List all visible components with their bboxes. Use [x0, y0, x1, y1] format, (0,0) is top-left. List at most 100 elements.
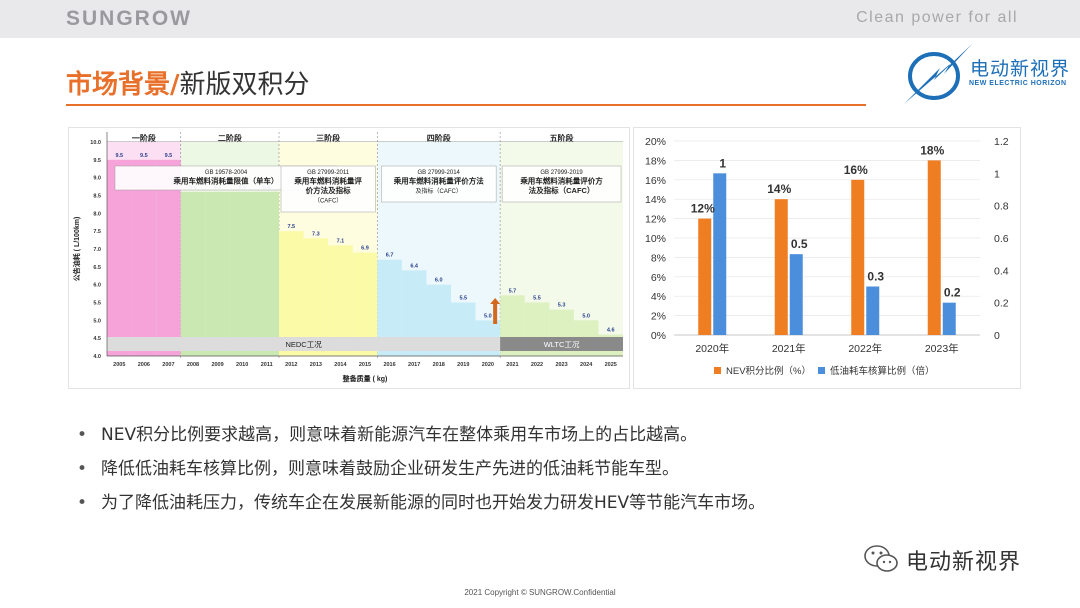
bar-value-label: 6.4 — [410, 263, 419, 269]
standard-text: 乘用车燃料消耗量评 — [293, 176, 362, 186]
slide-title: 市场背景/新版双积分 — [66, 64, 310, 101]
tagline: Clean power for all — [856, 9, 1018, 26]
y-left-tick-label: 20% — [645, 136, 666, 148]
y-right-tick-label: 0.4 — [994, 265, 1009, 277]
y-tick-label: 7.0 — [93, 247, 101, 253]
standard-text: 乘用车燃料消耗量评价方法 — [393, 176, 484, 186]
fuel-bar — [180, 191, 206, 356]
fuel-bar — [205, 191, 230, 356]
logo-en: NEW ELECTRIC HORIZON — [969, 80, 1067, 87]
bar-value-label: 6.0 — [435, 278, 443, 284]
brand-logo-text: SUNGROW — [66, 7, 192, 30]
bullet-item: • NEV积分比例要求越高，则意味着新能源汽车在整体乘用车市场上的占比越高。 — [75, 420, 765, 454]
fuel-consumption-chart-panel: 一阶段二阶段三阶段四阶段五阶段9.59.59.58.68.68.68.67.57… — [68, 127, 630, 389]
y-tick-label: 6.0 — [93, 283, 101, 289]
footer-copyright: 2021 Copyright © SUNGROW.Confidential — [464, 588, 616, 597]
x-tick-label: 2020 — [482, 362, 494, 368]
y-left-tick-label: 2% — [651, 311, 666, 323]
y-left-tick-label: 14% — [645, 194, 666, 206]
nev-ratio-bar — [774, 199, 788, 335]
bar-value-label: 9.5 — [140, 153, 148, 159]
x-tick-label: 2014 — [334, 362, 347, 368]
bar-value-label: 4.6 — [607, 328, 615, 334]
bar-value-label: 5.0 — [582, 313, 590, 319]
x-tick-label: 2022年 — [848, 342, 882, 355]
nev-ratio-bar — [927, 160, 941, 335]
low-fuel-ratio-bar — [713, 173, 727, 335]
bar-value-label: 9.5 — [115, 153, 123, 159]
nev-ratio-bar — [851, 179, 865, 335]
x-tick-label: 2023年 — [925, 342, 959, 355]
x-tick-label: 2013 — [310, 362, 322, 368]
legend-swatch — [714, 367, 721, 374]
y-tick-label: 7.5 — [93, 229, 101, 235]
x-tick-label: 2025 — [605, 362, 617, 368]
bar-value-label: 5.5 — [533, 296, 541, 302]
nev-ratio-label: 18% — [920, 143, 944, 157]
bar-value-label: 5.0 — [484, 313, 492, 319]
low-fuel-ratio-label: 1 — [719, 156, 726, 170]
bullet-list: • NEV积分比例要求越高，则意味着新能源汽车在整体乘用车市场上的占比越高。 • 降… — [75, 420, 765, 522]
bullet-item: • 为了降低油耗压力，传统车企在发展新能源的同时也开始发力研发HEV等节能汽车市场… — [75, 488, 765, 522]
nev-ratio-label: 12% — [691, 202, 715, 216]
x-tick-label: 2005 — [113, 362, 125, 368]
bar-value-label: 6.9 — [361, 246, 369, 252]
nev-ratio-bar — [698, 218, 712, 335]
title-underline — [66, 104, 866, 106]
fuel-bar — [229, 191, 255, 356]
fuel-consumption-chart: 一阶段二阶段三阶段四阶段五阶段9.59.59.58.68.68.68.67.57… — [72, 132, 623, 383]
y-left-tick-label: 4% — [651, 291, 666, 303]
y-left-tick-label: 0% — [651, 330, 666, 342]
low-fuel-ratio-bar — [789, 254, 803, 335]
y-tick-label: 9.0 — [93, 176, 101, 182]
wechat-icon — [864, 545, 898, 572]
y-left-tick-label: 16% — [645, 175, 666, 187]
title-rest: 新版双积分 — [179, 70, 310, 100]
cycle-label: NEDC工况 — [285, 340, 322, 349]
y-tick-label: 5.0 — [93, 318, 101, 324]
y-tick-label: 9.5 — [93, 158, 101, 164]
lightning-globe-icon — [904, 44, 972, 104]
x-tick-label: 2008 — [187, 362, 199, 368]
y-tick-label: 5.5 — [93, 301, 101, 307]
y-right-tick-label: 0.6 — [994, 233, 1009, 245]
standard-text: 价方法及指标 — [306, 185, 351, 195]
low-fuel-ratio-label: 0.5 — [791, 237, 808, 251]
bar-value-label: 6.7 — [386, 253, 394, 259]
fuel-bar — [254, 191, 279, 356]
y-left-tick-label: 8% — [651, 252, 666, 264]
y-tick-label: 10.0 — [90, 140, 101, 146]
y-tick-label: 8.5 — [93, 194, 101, 200]
x-tick-label: 2022 — [531, 362, 543, 368]
x-tick-label: 2021年 — [772, 342, 806, 355]
bullet-dot: • — [77, 459, 88, 479]
y-tick-label: 8.0 — [93, 211, 101, 217]
standard-text: 法及指标（CAFC） — [529, 185, 595, 195]
standard-text: GB 27999-2011 — [307, 170, 350, 176]
bullet-text: 降低低油耗车核算比例，则意味着鼓励企业研发生产先进的低油耗节能车型。 — [101, 459, 679, 479]
x-tick-label: 2017 — [408, 362, 420, 368]
x-tick-label: 2019 — [457, 362, 469, 368]
legend-swatch — [818, 367, 825, 374]
y-left-tick-label: 12% — [645, 214, 666, 226]
nev-credit-chart-panel: 0% 2% 4% 6% 8% 10% 12% 14% 16% 18% 20% 0 0.2 0.4 0.6 0.… — [633, 127, 1021, 389]
bar-value-label: 9.5 — [165, 153, 173, 159]
x-axis-title: 整备质量 ( kg) — [342, 374, 388, 383]
bullet-dot: • — [77, 425, 88, 445]
x-tick-label: 2009 — [211, 362, 223, 368]
standard-text: 及指标（CAFC） — [416, 187, 462, 195]
legend-label: 低油耗车核算比例（倍） — [830, 365, 935, 377]
x-tick-label: 2024 — [580, 362, 593, 368]
bar-value-label: 5.5 — [459, 296, 467, 302]
y-right-tick-label: 0.8 — [994, 201, 1009, 213]
bar-value-label: 7.1 — [337, 238, 345, 244]
x-tick-label: 2018 — [433, 362, 445, 368]
logo-cn: 电动新视界 — [970, 58, 1071, 80]
x-tick-label: 2023 — [555, 362, 567, 368]
standard-text: GB 19578-2004 — [205, 170, 248, 176]
y-axis-title: 公告油耗 ( L/100km) — [72, 217, 81, 282]
y-tick-label: 4.0 — [93, 354, 101, 360]
low-fuel-ratio-bar — [942, 302, 956, 335]
bar-value-label: 7.5 — [287, 224, 295, 230]
bullet-dot: • — [77, 493, 88, 513]
